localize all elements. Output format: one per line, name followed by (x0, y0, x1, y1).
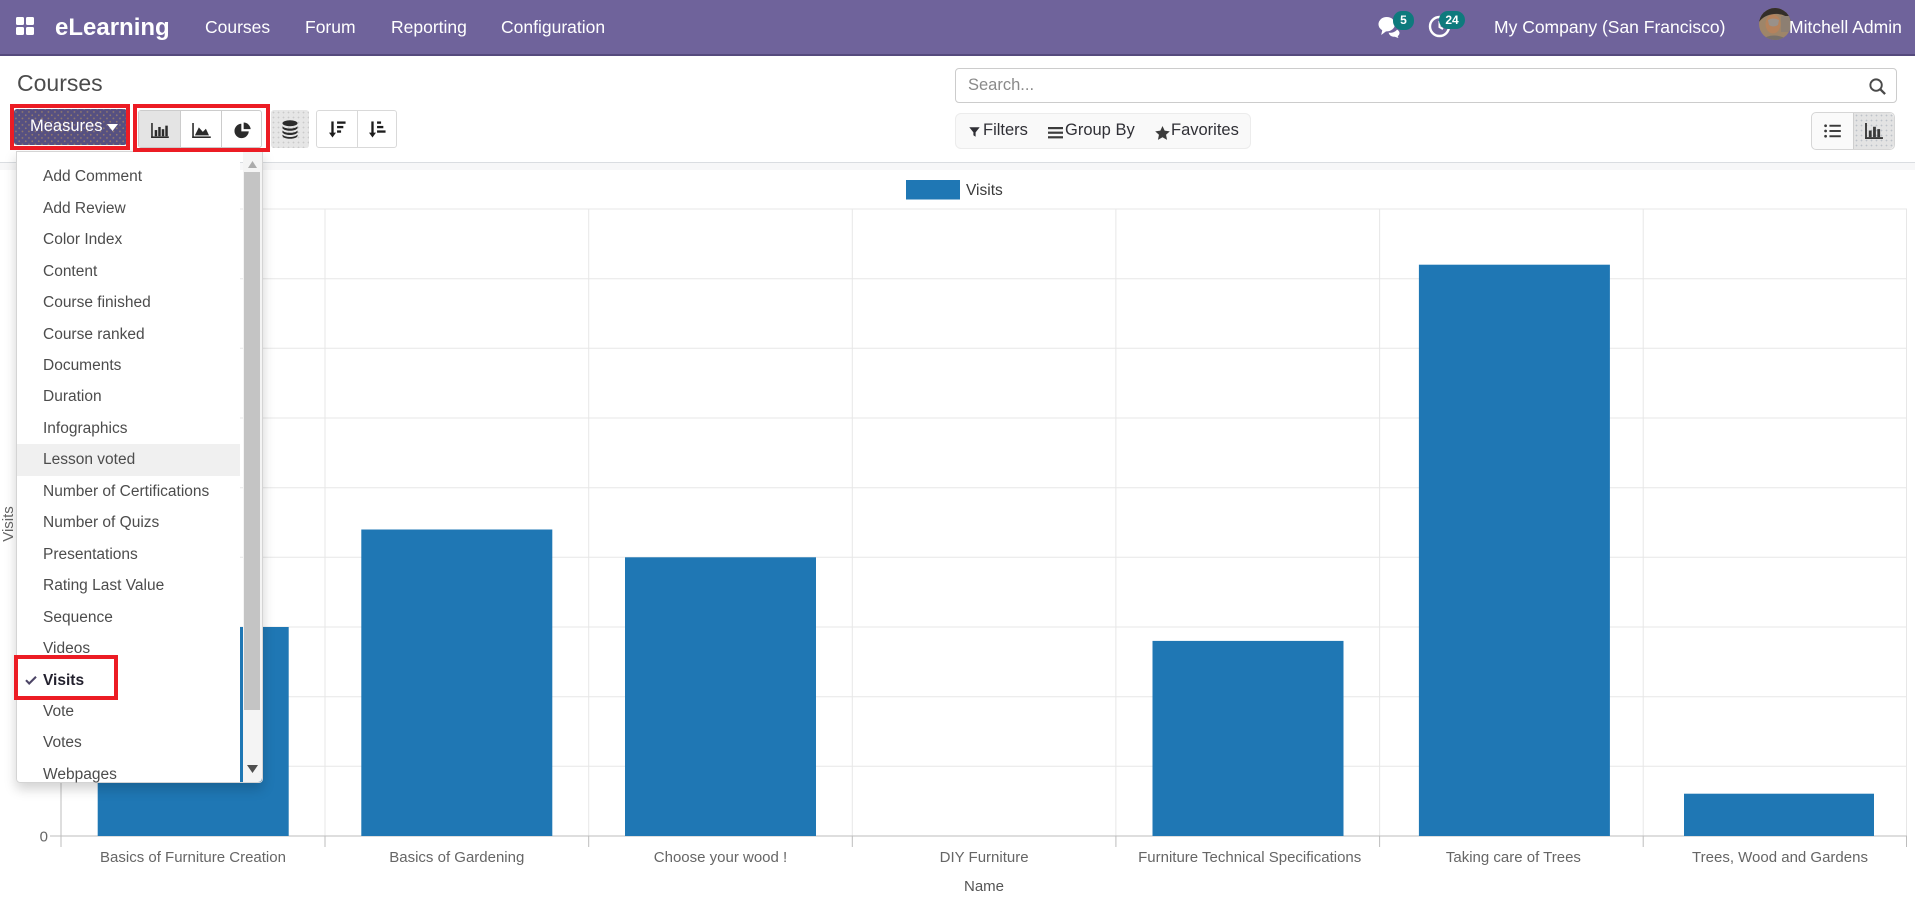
svg-text:Basics of Furniture Creation: Basics of Furniture Creation (100, 849, 286, 866)
svg-text:Visits: Visits (0, 506, 17, 542)
svg-text:Visits: Visits (966, 182, 1003, 199)
svg-text:0: 0 (40, 829, 48, 846)
svg-text:Name: Name (964, 878, 1004, 895)
svg-text:Trees, Wood and Gardens: Trees, Wood and Gardens (1692, 849, 1868, 866)
svg-text:Basics of Gardening: Basics of Gardening (389, 849, 524, 866)
svg-text:DIY Furniture: DIY Furniture (940, 849, 1029, 866)
svg-text:Taking care of Trees: Taking care of Trees (1446, 849, 1581, 866)
svg-text:Choose your wood !: Choose your wood ! (654, 849, 787, 866)
svg-text:Furniture Technical Specificat: Furniture Technical Specifications (1138, 849, 1361, 866)
